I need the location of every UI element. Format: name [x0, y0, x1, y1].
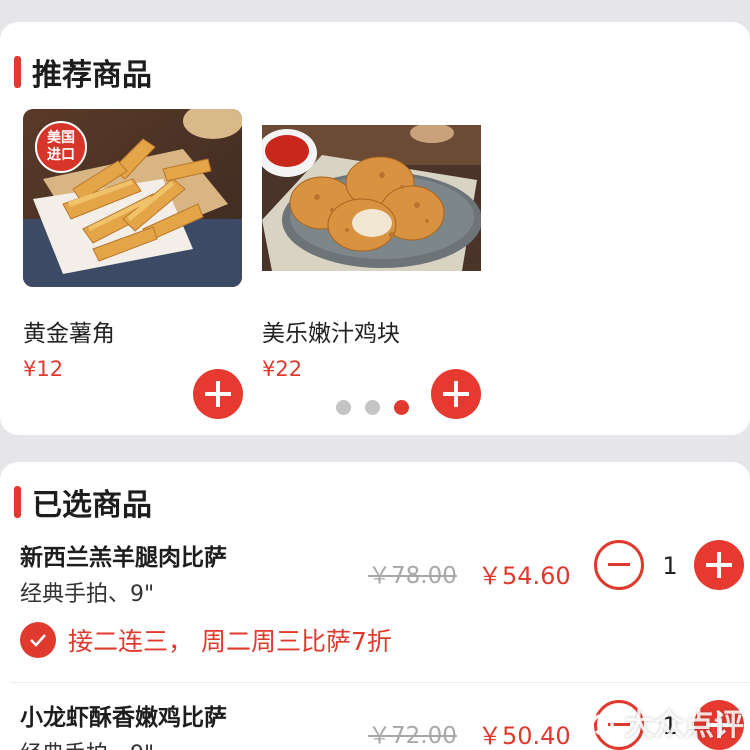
imported-badge: 美国 进口 [35, 121, 87, 173]
plus-icon [443, 381, 469, 407]
selected-title: 已选商品 [14, 480, 152, 524]
item-price: ￥50.40 [478, 722, 571, 750]
item-name: 小龙虾酥香嫩鸡比萨 [20, 705, 227, 731]
product-price: ¥12 [23, 357, 64, 381]
item-spec: 经典手拍、9" [20, 736, 154, 750]
product-name: 美乐嫩汁鸡块 [262, 321, 400, 347]
plus-icon [205, 381, 231, 407]
minus-icon [608, 563, 630, 566]
item-name: 新西兰羔羊腿肉比萨 [20, 545, 227, 571]
promotion-row[interactable]: 接二连三， 周二周三比萨7折 [20, 622, 392, 658]
add-to-cart-button[interactable] [193, 369, 243, 419]
product-image-chicken-nuggets[interactable] [262, 125, 481, 271]
increase-quantity-button[interactable] [694, 540, 744, 590]
add-to-cart-button[interactable] [431, 369, 481, 419]
carousel-dot[interactable] [365, 400, 380, 415]
carousel-dot-active[interactable] [394, 400, 409, 415]
promotion-text: 接二连三， 周二周三比萨7折 [68, 627, 392, 656]
title-accent-bar [14, 486, 21, 518]
check-icon [20, 622, 56, 658]
product-image-potato-wedges[interactable]: 美国 进口 [23, 109, 242, 287]
recommended-section: 推荐商品 美国 进口 黄金薯角 ¥12 美乐嫩汁鸡块 ¥22 [0, 22, 750, 435]
decrease-quantity-button[interactable] [594, 540, 644, 590]
dianping-logo-icon [588, 712, 614, 737]
item-original-price: ￥72.00 [368, 723, 457, 749]
item-divider [10, 682, 750, 683]
carousel-dot[interactable] [336, 400, 351, 415]
product-price: ¥22 [262, 357, 303, 381]
plus-icon [706, 552, 732, 578]
item-original-price: ￥78.00 [368, 563, 457, 589]
carousel-pagination [336, 400, 409, 415]
recommended-title: 推荐商品 [14, 50, 152, 94]
item-price: ￥54.60 [478, 562, 571, 590]
product-name: 黄金薯角 [23, 321, 115, 347]
item-quantity: 1 [662, 552, 678, 580]
item-spec: 经典手拍、9" [20, 582, 155, 607]
title-accent-bar [14, 56, 21, 88]
dianping-watermark: 大众点评 [586, 700, 744, 744]
